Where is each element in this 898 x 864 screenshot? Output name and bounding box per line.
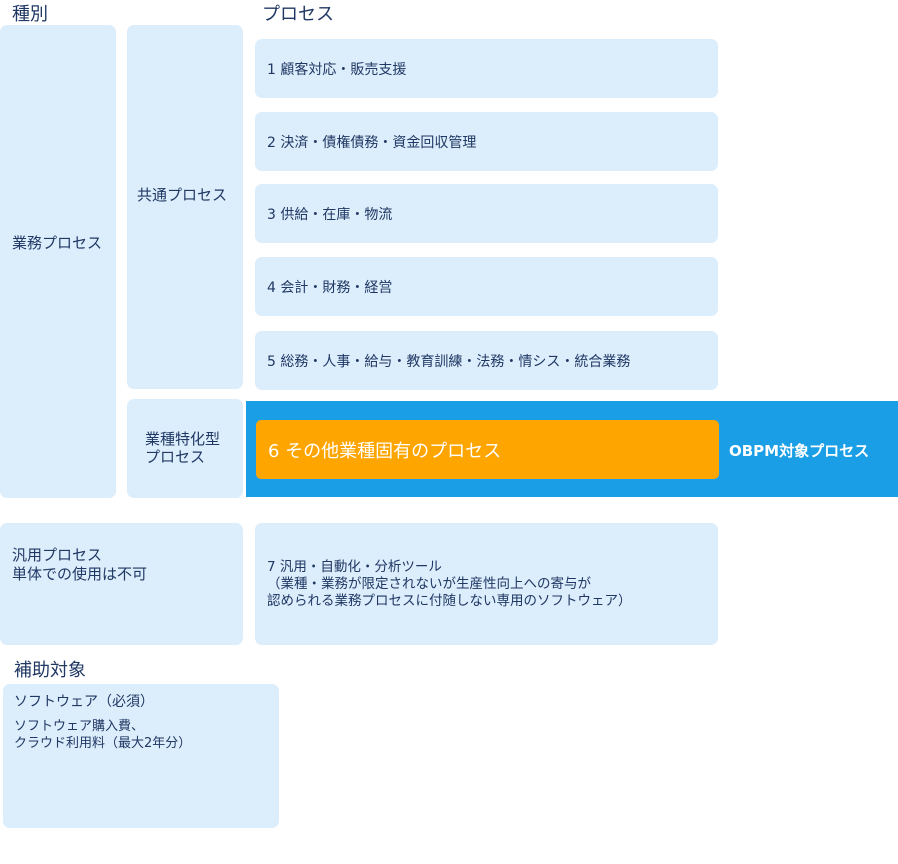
industry-specific-label: 業種特化型 プロセス (145, 430, 221, 466)
subsidy-detail: ソフトウェア購入費、 クラウド利用料（最大2年分） (14, 719, 192, 751)
process-item-1: 1 顧客対応・販売支援 (255, 39, 718, 98)
process-item-2: 2 決済・債権債務・資金回収管理 (255, 112, 718, 171)
subsidy-title: ソフトウェア（必須） (14, 694, 154, 710)
process-item-4: 4 会計・財務・経営 (255, 257, 718, 316)
category-header: 種別 (12, 4, 48, 25)
business-process-box (0, 25, 116, 498)
general-process-label: 汎用プロセス 単体での使用は不可 (12, 546, 148, 583)
process-item-7: 7 汎用・自動化・分析ツール （業種・業務が限定されないが生産性向上への寄与が … (267, 559, 632, 609)
process-item-3: 3 供給・在庫・物流 (255, 184, 718, 243)
process-item-6: 6 その他業種固有のプロセス (256, 420, 719, 479)
common-process-label: 共通プロセス (137, 186, 228, 204)
process-header: プロセス (262, 4, 334, 25)
business-process-label: 業務プロセス (12, 234, 103, 252)
general-process-box (0, 523, 243, 645)
subsidy-header: 補助対象 (14, 660, 86, 681)
obpm-label: OBPM対象プロセス (729, 442, 870, 460)
common-process-box (127, 25, 243, 389)
process-item-5: 5 総務・人事・給与・教育訓練・法務・情シス・統合業務 (255, 331, 718, 390)
